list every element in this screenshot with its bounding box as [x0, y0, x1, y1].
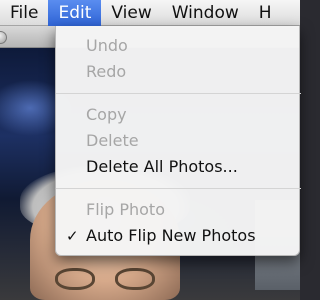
menu-separator: [56, 93, 301, 94]
menu-edit[interactable]: Edit: [48, 0, 102, 26]
menu-item-flip-photo[interactable]: Flip Photo: [56, 199, 301, 221]
menu-item-undo[interactable]: Undo: [56, 35, 301, 57]
preview-subject-glasses-right: [115, 268, 155, 290]
menu-item-label: Redo: [86, 62, 127, 81]
window-control-button[interactable]: [0, 31, 7, 44]
menu-item-label: Copy: [86, 105, 127, 124]
preview-subject-glasses-left: [55, 268, 95, 290]
menu-file[interactable]: File: [0, 0, 48, 26]
menu-item-redo[interactable]: Redo: [56, 61, 301, 83]
menu-help[interactable]: H: [249, 0, 282, 26]
menu-item-label: Auto Flip New Photos: [86, 226, 256, 245]
menu-item-copy[interactable]: Copy: [56, 104, 301, 126]
menu-item-label: Delete: [86, 131, 139, 150]
menu-bar: File Edit View Window H: [0, 0, 300, 26]
checkmark-icon: ✓: [66, 227, 79, 245]
menu-item-label: Undo: [86, 36, 128, 55]
menu-item-delete[interactable]: Delete: [56, 130, 301, 152]
menu-view[interactable]: View: [101, 0, 161, 26]
menu-item-delete-all-photos[interactable]: Delete All Photos...: [56, 156, 301, 178]
menu-separator: [56, 188, 301, 189]
edit-menu-dropdown: Undo Redo Copy Delete Delete All Photos.…: [55, 26, 301, 256]
menu-item-auto-flip-new-photos[interactable]: ✓ Auto Flip New Photos: [56, 225, 301, 247]
menu-item-label: Delete All Photos...: [86, 157, 238, 176]
menu-item-label: Flip Photo: [86, 200, 165, 219]
menu-window[interactable]: Window: [162, 0, 249, 26]
